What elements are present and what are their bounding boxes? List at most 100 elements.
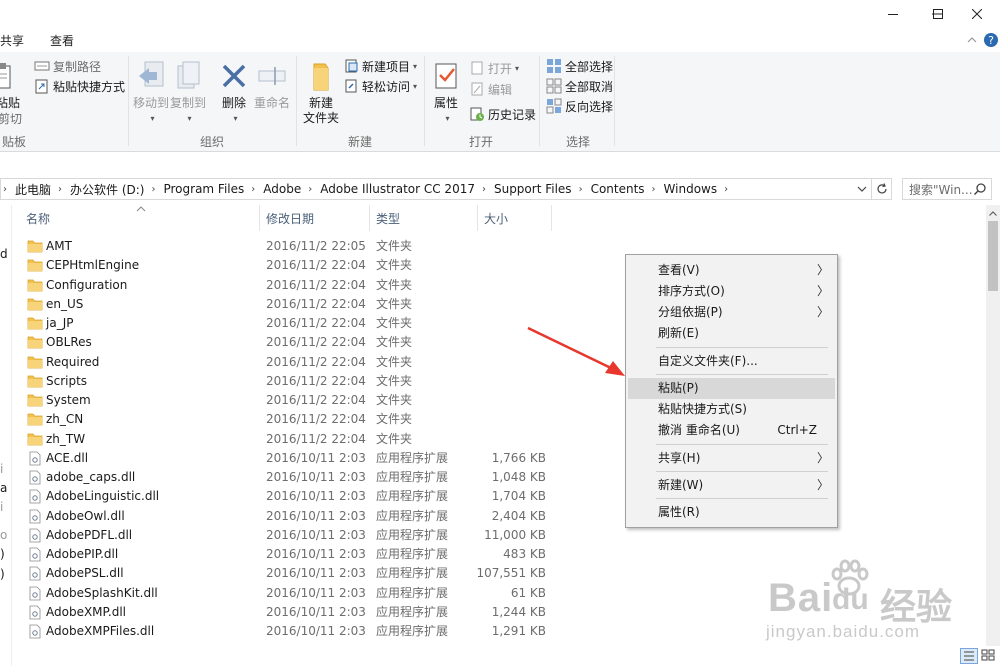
- nav-item-fragment[interactable]: i: [0, 500, 3, 514]
- tab-share[interactable]: 共享: [0, 32, 24, 49]
- table-row[interactable]: AdobeOwl.dll 2016/10/11 2:03 应用程序扩展 2,404 K…: [20, 507, 550, 526]
- table-row[interactable]: AdobeXMP.dll 2016/10/11 2:03 应用程序扩展 1,244 K…: [20, 603, 550, 622]
- details-view-icon: [964, 651, 974, 661]
- table-row[interactable]: AdobeXMPFiles.dll 2016/10/11 2:03 应用程序扩展 1,…: [20, 622, 550, 641]
- table-row[interactable]: AdobePIP.dll 2016/10/11 2:03 应用程序扩展 483 KB: [20, 545, 550, 564]
- nav-item-fragment[interactable]: d: [0, 247, 8, 261]
- column-header-type[interactable]: 类型: [370, 205, 478, 231]
- nav-item-fragment[interactable]: i: [0, 462, 3, 476]
- properties-button[interactable]: 属性 ▾: [428, 56, 464, 126]
- file-type: 应用程序扩展: [376, 624, 449, 638]
- column-header-modified[interactable]: 修改日期: [260, 205, 370, 231]
- file-type: 应用程序扩展: [376, 547, 449, 561]
- menu-item-view[interactable]: 查看(V) 〉: [628, 260, 835, 281]
- help-button[interactable]: ?: [983, 32, 999, 48]
- address-history-dropdown[interactable]: [855, 181, 869, 197]
- breadcrumb-item[interactable]: Windows: [664, 182, 718, 196]
- window-close-button[interactable]: [954, 0, 1000, 28]
- refresh-button[interactable]: [872, 178, 892, 200]
- invert-selection-button[interactable]: 反向选择: [546, 97, 613, 115]
- new-item-button[interactable]: 新建项目 ▾: [343, 57, 417, 75]
- folder-icon: [27, 298, 43, 311]
- paste-shortcut-button[interactable]: 粘贴快捷方式: [34, 77, 125, 95]
- file-name: AdobeOwl.dll: [46, 509, 125, 523]
- menu-item-undo-rename[interactable]: 撤消 重命名(U) Ctrl+Z: [628, 420, 835, 441]
- menu-item-new[interactable]: 新建(W) 〉: [628, 475, 835, 496]
- cut-button[interactable]: 剪切: [0, 109, 22, 127]
- file-date: 2016/11/2 22:04: [266, 374, 366, 388]
- table-row[interactable]: AdobeSplashKit.dll 2016/10/11 2:03 应用程序扩展 6…: [20, 584, 550, 603]
- chevron-down-icon: ▾: [150, 114, 155, 123]
- sort-ascending-icon: [136, 204, 146, 215]
- tab-view[interactable]: 查看: [50, 32, 74, 49]
- table-row[interactable]: adobe_caps.dll 2016/10/11 2:03 应用程序扩展 1,048…: [20, 468, 550, 487]
- navigation-pane[interactable]: d i a i o ) ): [0, 205, 12, 666]
- chevron-right-icon: ›: [724, 183, 729, 195]
- table-row[interactable]: Scripts 2016/11/2 22:04 文件夹: [20, 372, 550, 391]
- table-row[interactable]: Configuration 2016/11/2 22:04 文件夹: [20, 276, 550, 295]
- large-icons-view-button[interactable]: [980, 648, 998, 664]
- menu-item-customize-folder[interactable]: 自定义文件夹(F)...: [628, 351, 835, 372]
- breadcrumb-item[interactable]: Program Files: [163, 182, 244, 196]
- menu-item-properties[interactable]: 属性(R): [628, 502, 835, 523]
- table-row[interactable]: zh_CN 2016/11/2 22:04 文件夹: [20, 410, 550, 429]
- file-date: 2016/10/11 2:03: [266, 547, 366, 561]
- nav-item-fragment[interactable]: o: [0, 528, 7, 542]
- breadcrumb-item[interactable]: Adobe Illustrator CC 2017: [320, 182, 475, 196]
- table-row[interactable]: ACE.dll 2016/10/11 2:03 应用程序扩展 1,766 KB: [20, 449, 550, 468]
- nav-item-fragment[interactable]: ): [0, 567, 5, 581]
- table-row[interactable]: Required 2016/11/2 22:04 文件夹: [20, 353, 550, 372]
- breadcrumb-item[interactable]: Support Files: [494, 182, 572, 196]
- details-view-button[interactable]: [960, 648, 978, 664]
- file-name: OBLRes: [46, 335, 92, 349]
- column-header-size[interactable]: 大小: [478, 205, 552, 231]
- menu-item-refresh[interactable]: 刷新(E): [628, 323, 835, 344]
- breadcrumb-item[interactable]: Contents: [591, 182, 645, 196]
- table-row[interactable]: AMT 2016/11/2 22:05 文件夹: [20, 237, 550, 256]
- menu-item-sort-by[interactable]: 排序方式(O) 〉: [628, 281, 835, 302]
- file-size: 11,000 KB: [484, 528, 546, 542]
- copy-to-button[interactable]: 复制到 ▾: [170, 56, 206, 126]
- file-name: AdobePIP.dll: [46, 547, 119, 561]
- table-row[interactable]: AdobePSL.dll 2016/10/11 2:03 应用程序扩展 107,551…: [20, 564, 550, 583]
- table-row[interactable]: OBLRes 2016/11/2 22:04 文件夹: [20, 333, 550, 352]
- menu-item-group-by[interactable]: 分组依据(P) 〉: [628, 302, 835, 323]
- copy-path-button[interactable]: 复制路径: [34, 57, 101, 75]
- scroll-up-button[interactable]: [986, 205, 1000, 221]
- menu-item-paste-shortcut[interactable]: 粘贴快捷方式(S): [628, 399, 835, 420]
- paste-button[interactable]: 粘贴: [0, 56, 22, 111]
- easy-access-button[interactable]: 轻松访问 ▾: [343, 77, 417, 95]
- edit-button[interactable]: 编辑: [469, 80, 512, 98]
- vertical-scrollbar[interactable]: [986, 205, 1000, 646]
- move-to-button[interactable]: 移动到 ▾: [131, 56, 171, 126]
- table-row[interactable]: AdobeLinguistic.dll 2016/10/11 2:03 应用程序扩展…: [20, 487, 550, 506]
- search-input[interactable]: 搜索"Win...: [902, 178, 992, 200]
- scrollbar-thumb[interactable]: [988, 221, 998, 291]
- table-row[interactable]: zh_TW 2016/11/2 22:04 文件夹: [20, 430, 550, 449]
- breadcrumb-item[interactable]: 此电脑: [15, 181, 51, 198]
- select-none-button[interactable]: 全部取消: [546, 77, 613, 95]
- window-minimize-button[interactable]: [870, 0, 916, 28]
- annotation-arrow-icon: [527, 326, 625, 376]
- breadcrumb-item[interactable]: 办公软件 (D:): [70, 181, 144, 198]
- table-row[interactable]: CEPHtmlEngine 2016/11/2 22:04 文件夹: [20, 256, 550, 275]
- delete-button[interactable]: 删除 ▾: [218, 56, 250, 126]
- nav-item-fragment[interactable]: a: [0, 481, 7, 495]
- table-row[interactable]: System 2016/11/2 22:04 文件夹: [20, 391, 550, 410]
- table-row[interactable]: en_US 2016/11/2 22:04 文件夹: [20, 295, 550, 314]
- table-row[interactable]: AdobePDFL.dll 2016/10/11 2:03 应用程序扩展 11,000…: [20, 526, 550, 545]
- file-type: 文件夹: [376, 432, 413, 446]
- open-button[interactable]: 打开 ▾: [469, 59, 519, 77]
- select-all-button[interactable]: 全部选择: [546, 57, 613, 75]
- address-bar[interactable]: › 此电脑 › 办公软件 (D:) › Program Files › Adob…: [0, 178, 872, 200]
- collapse-ribbon-button[interactable]: [964, 32, 980, 48]
- table-row[interactable]: ja_JP 2016/11/2 22:04 文件夹: [20, 314, 550, 333]
- nav-item-fragment[interactable]: ): [0, 547, 5, 561]
- menu-item-paste[interactable]: 粘贴(P): [628, 378, 835, 399]
- new-folder-button[interactable]: 新建 文件夹: [302, 56, 340, 126]
- history-button[interactable]: 历史记录: [469, 105, 536, 123]
- rename-button[interactable]: 重命名: [252, 56, 292, 111]
- breadcrumb-item[interactable]: Adobe: [263, 182, 301, 196]
- menu-item-share[interactable]: 共享(H) 〉: [628, 448, 835, 469]
- help-icon: ?: [984, 33, 998, 47]
